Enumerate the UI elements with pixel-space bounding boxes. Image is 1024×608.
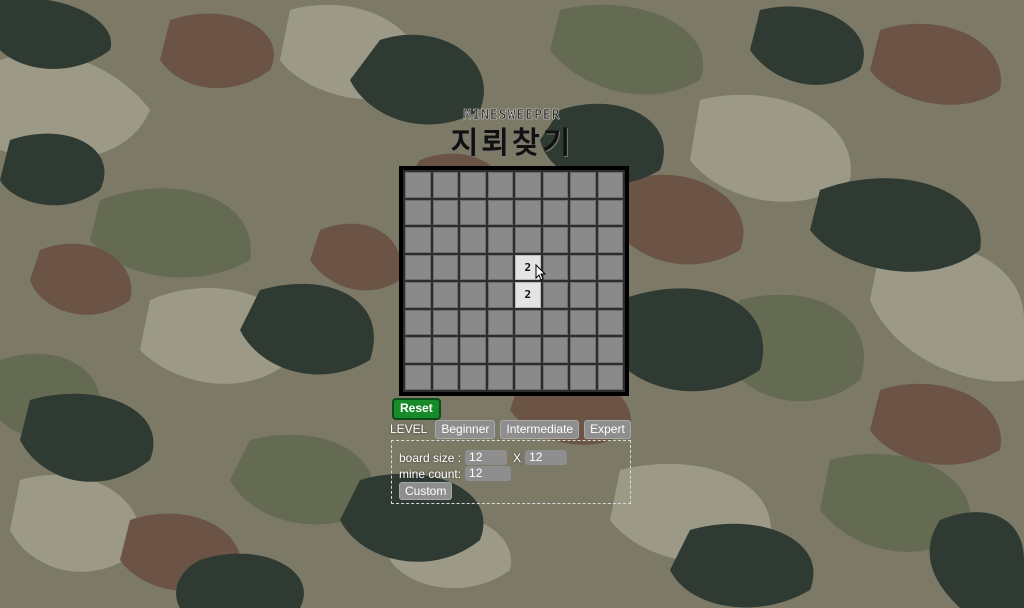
board-cell[interactable] bbox=[542, 282, 568, 308]
board-cell[interactable] bbox=[460, 337, 486, 363]
board-cell[interactable] bbox=[597, 337, 623, 363]
game-title: 지뢰찾기 bbox=[450, 126, 574, 161]
board-size-x-input[interactable]: 12 bbox=[465, 450, 508, 465]
custom-row: Custom bbox=[399, 482, 453, 500]
board-cell[interactable] bbox=[597, 199, 623, 225]
custom-settings-panel: board size : 12 X 12 mine count: 12 Cust… bbox=[391, 440, 631, 504]
board-size-row: board size : 12 X 12 bbox=[399, 450, 568, 465]
board-cell[interactable] bbox=[487, 364, 513, 390]
board-size-label: board size : bbox=[399, 450, 462, 465]
board-cell[interactable] bbox=[487, 172, 513, 198]
board-cell[interactable] bbox=[570, 282, 596, 308]
board-size-y-input[interactable]: 12 bbox=[525, 450, 568, 465]
board-cell[interactable] bbox=[542, 254, 568, 280]
board-cell[interactable] bbox=[570, 199, 596, 225]
board-cell[interactable] bbox=[432, 364, 458, 390]
board-cell[interactable] bbox=[570, 337, 596, 363]
expert-button[interactable]: Expert bbox=[584, 419, 631, 439]
board-cell[interactable] bbox=[515, 199, 541, 225]
board-cell[interactable] bbox=[570, 364, 596, 390]
board-cell[interactable] bbox=[432, 309, 458, 335]
board-cell[interactable] bbox=[460, 364, 486, 390]
intermediate-button[interactable]: Intermediate bbox=[500, 419, 580, 439]
board-cell[interactable] bbox=[405, 254, 431, 280]
board-cell[interactable] bbox=[542, 172, 568, 198]
board-cell[interactable] bbox=[487, 227, 513, 253]
board-cell[interactable] bbox=[515, 309, 541, 335]
board-cell[interactable] bbox=[542, 309, 568, 335]
mine-count-label: mine count: bbox=[399, 466, 462, 481]
mine-count-input[interactable]: 12 bbox=[465, 466, 512, 481]
board-cell[interactable] bbox=[460, 309, 486, 335]
beginner-button[interactable]: Beginner bbox=[435, 419, 496, 439]
board-cell[interactable] bbox=[542, 337, 568, 363]
board-cell[interactable] bbox=[460, 254, 486, 280]
board-cell[interactable] bbox=[515, 337, 541, 363]
board-cell[interactable] bbox=[542, 199, 568, 225]
level-label: LEVEL bbox=[390, 422, 428, 436]
board-cell[interactable] bbox=[432, 282, 458, 308]
board-cell[interactable] bbox=[542, 227, 568, 253]
board-cell[interactable] bbox=[597, 282, 623, 308]
board-cell[interactable] bbox=[487, 282, 513, 308]
board-cell[interactable] bbox=[570, 254, 596, 280]
board-cell[interactable] bbox=[597, 254, 623, 280]
board-cell[interactable] bbox=[570, 309, 596, 335]
board-cell[interactable] bbox=[597, 172, 623, 198]
revealed-cell[interactable]: 2 bbox=[515, 282, 541, 308]
board-cell[interactable] bbox=[597, 364, 623, 390]
board-cell[interactable] bbox=[570, 227, 596, 253]
board-cell[interactable] bbox=[487, 337, 513, 363]
board-cell[interactable] bbox=[432, 172, 458, 198]
board-cell[interactable] bbox=[487, 199, 513, 225]
board-cell[interactable] bbox=[487, 309, 513, 335]
board-cell[interactable] bbox=[542, 364, 568, 390]
custom-button[interactable]: Custom bbox=[399, 482, 453, 500]
board-cell[interactable] bbox=[405, 199, 431, 225]
mine-count-row: mine count: 12 bbox=[399, 466, 512, 481]
board-cell[interactable] bbox=[405, 364, 431, 390]
board-cell[interactable] bbox=[570, 172, 596, 198]
board-cell[interactable] bbox=[460, 227, 486, 253]
board-cell[interactable] bbox=[460, 172, 486, 198]
board-cell[interactable] bbox=[432, 199, 458, 225]
board-cell[interactable] bbox=[432, 227, 458, 253]
board-cell[interactable] bbox=[487, 254, 513, 280]
reset-button[interactable]: Reset bbox=[392, 398, 441, 420]
board-cell[interactable] bbox=[460, 282, 486, 308]
board-size-separator: X bbox=[513, 450, 522, 465]
board-cell[interactable] bbox=[515, 172, 541, 198]
minesweeper-board: 22 bbox=[399, 166, 629, 396]
board-cell[interactable] bbox=[405, 172, 431, 198]
board-cell[interactable] bbox=[515, 227, 541, 253]
board-cell[interactable] bbox=[432, 337, 458, 363]
board-cell[interactable] bbox=[597, 309, 623, 335]
revealed-cell[interactable]: 2 bbox=[515, 254, 541, 280]
board-cell[interactable] bbox=[460, 199, 486, 225]
board-cell[interactable] bbox=[405, 282, 431, 308]
board-cell[interactable] bbox=[432, 254, 458, 280]
board-cell[interactable] bbox=[515, 364, 541, 390]
board-cell[interactable] bbox=[597, 227, 623, 253]
board-cell[interactable] bbox=[405, 337, 431, 363]
level-selector: LEVEL Beginner Intermediate Expert bbox=[390, 419, 631, 439]
board-cell[interactable] bbox=[405, 309, 431, 335]
board-cell[interactable] bbox=[405, 227, 431, 253]
